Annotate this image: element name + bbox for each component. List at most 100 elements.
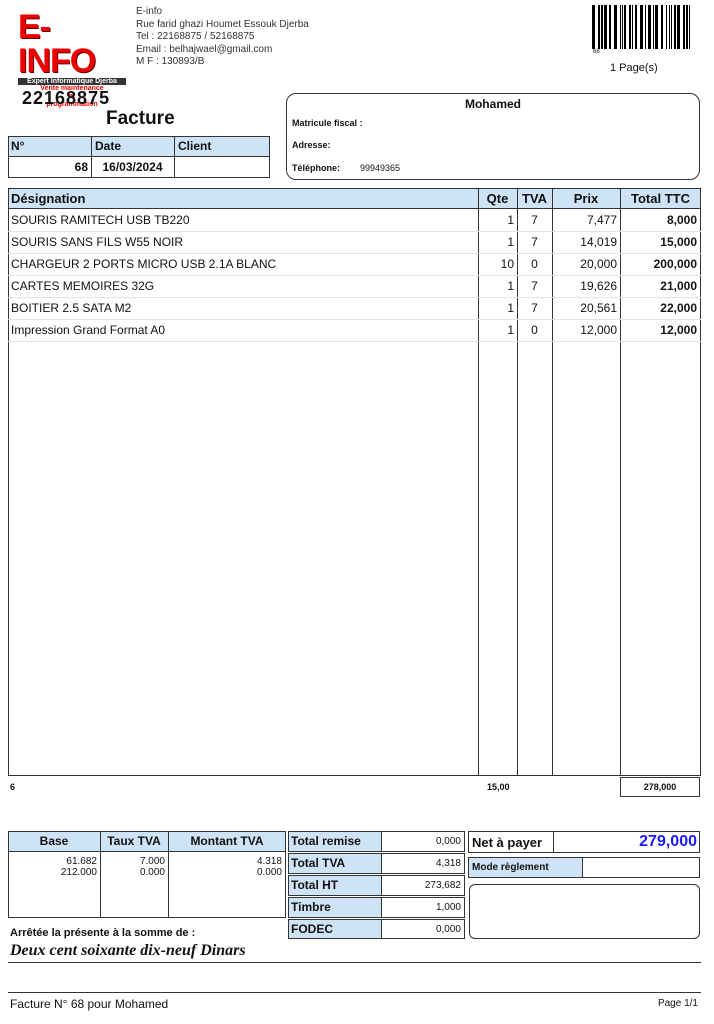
table-row: Impression Grand Format A0 1 0 12,000 12,000 (8, 319, 701, 342)
cell-prix: 20,561 (580, 301, 617, 315)
cell-designation: Impression Grand Format A0 (11, 323, 166, 337)
col-prix: Prix (573, 191, 599, 206)
cell-prix: 7,477 (586, 213, 617, 227)
table-row: SOURIS RAMITECH USB TB220 1 7 7,477 8,000 (8, 209, 701, 232)
cell-qte: 1 (507, 301, 514, 315)
cell-tva: 7 (531, 301, 538, 315)
totals-value: 273,682 (424, 880, 461, 891)
totals-label: Total TVA (291, 856, 346, 870)
telephone-value: 99949365 (360, 163, 401, 173)
barcode-bar (635, 5, 637, 49)
cell-total: 12,000 (660, 323, 697, 337)
table-row: SOURIS SANS FILS W55 NOIR 1 7 14,019 15,000 (8, 231, 701, 254)
total-ttc-sum: 278,000 (643, 782, 677, 792)
invoice-page: { "company":{"logo_text":"E-INFO","logo_… (0, 0, 714, 1024)
telephone-label: Tèléphone: (292, 163, 341, 173)
cell-total: 21,000 (660, 279, 697, 293)
table-row: BOITIER 2.5 SATA M2 1 7 20,561 22,000 (8, 297, 701, 320)
cell-total: 15,000 (660, 235, 697, 249)
cell-total: 22,000 (660, 301, 697, 315)
mode-label: Mode règlement (472, 862, 549, 873)
barcode-bar (683, 5, 685, 49)
header-number: N° (11, 139, 25, 153)
matricule-label: Matricule fiscal : (292, 118, 363, 128)
net-label: Net à payer (472, 835, 543, 850)
totals-value: 1,000 (435, 902, 461, 913)
barcode-bar (640, 5, 643, 49)
tva-col-montant: Montant TVA (190, 834, 264, 848)
totals-value: 0,000 (435, 924, 461, 935)
col-total: Total TTC (631, 191, 690, 206)
cell-total: 8,000 (666, 213, 697, 227)
cell-qte: 1 (507, 213, 514, 227)
barcode-bar (669, 5, 670, 49)
notes-box (469, 884, 700, 939)
tva-montant: 4.318 0.000 (256, 856, 282, 878)
cell-qte: 1 (507, 323, 514, 337)
net-value: 279,000 (639, 833, 697, 850)
table-row: CARTES MEMOIRES 32G 1 7 19,626 21,000 (8, 275, 701, 298)
footer-left: Facture N° 68 pour Mohamed (10, 997, 169, 1011)
barcode-bar (609, 5, 611, 49)
arrete-label: Arrêtée la présente à la somme de : (10, 927, 196, 939)
amount-in-words: Deux cent soixante dix-neuf Dinars (10, 942, 246, 959)
cell-designation: CARTES MEMOIRES 32G (11, 279, 155, 293)
barcode-bar (632, 5, 633, 49)
barcode-bar (648, 5, 651, 49)
col-tva: TVA (521, 191, 548, 206)
cell-prix: 12,000 (580, 323, 617, 337)
barcode-bar (604, 5, 607, 49)
client-name: Mohamed (464, 97, 521, 111)
barcode-bar (661, 5, 663, 49)
barcode-bar (674, 5, 676, 49)
cell-prix: 14,019 (580, 235, 617, 249)
col-designation: Désignation (11, 191, 86, 206)
barcode-text: 68 (593, 49, 600, 55)
tva-base: 61.682 212.000 (60, 856, 97, 878)
cell-designation: CHARGEUR 2 PORTS MICRO USB 2.1A BLANC (11, 257, 277, 271)
barcode-bar (622, 5, 623, 49)
barcode-bar (620, 5, 621, 49)
footer-page: Page 1/1 (657, 998, 698, 1009)
header-date: Date (95, 139, 122, 153)
doc-title: Facture (106, 108, 175, 129)
invoice-date: 16/03/2024 (102, 160, 163, 174)
barcode-bar (598, 5, 600, 49)
cell-qte: 10 (500, 257, 514, 271)
tva-taux: 7.000 0.000 (139, 856, 165, 878)
cell-tva: 7 (531, 235, 538, 249)
cell-tva: 7 (531, 213, 538, 227)
barcode (592, 5, 690, 49)
barcode-bar (624, 5, 626, 49)
cell-tva: 7 (531, 279, 538, 293)
header-client: Client (178, 139, 212, 153)
total-qty: 15,00 (487, 782, 510, 792)
totals-value: 0,000 (435, 836, 461, 847)
table-row: CHARGEUR 2 PORTS MICRO USB 2.1A BLANC 10 0… (8, 253, 701, 276)
totals-label: Total remise (291, 834, 361, 848)
cell-prix: 19,626 (580, 279, 617, 293)
invoice-number: 68 (74, 160, 88, 174)
cell-tva: 0 (531, 257, 538, 271)
barcode-bar (629, 5, 631, 49)
company-phone-big: 22168875 (22, 88, 111, 108)
page-count: 1 Page(s) (610, 62, 658, 74)
totals-label: Total HT (291, 878, 339, 892)
cell-qte: 1 (507, 235, 514, 249)
cell-designation: SOURIS SANS FILS W55 NOIR (11, 235, 184, 249)
cell-designation: BOITIER 2.5 SATA M2 (11, 301, 132, 315)
cell-designation: SOURIS RAMITECH USB TB220 (11, 213, 190, 227)
tva-col-taux: Taux TVA (107, 834, 161, 848)
cell-prix: 20,000 (580, 257, 617, 271)
barcode-bar (671, 5, 672, 49)
tva-col-base: Base (39, 834, 69, 848)
items-count: 6 (10, 782, 16, 792)
cell-tva: 0 (531, 323, 538, 337)
barcode-bar (592, 5, 595, 49)
barcode-bar (653, 5, 654, 49)
adresse-label: Adresse: (292, 140, 331, 150)
cell-total: 200,000 (653, 257, 697, 271)
barcode-bar (666, 5, 667, 49)
barcode-bar (686, 5, 688, 49)
col-qte: Qte (486, 191, 509, 206)
